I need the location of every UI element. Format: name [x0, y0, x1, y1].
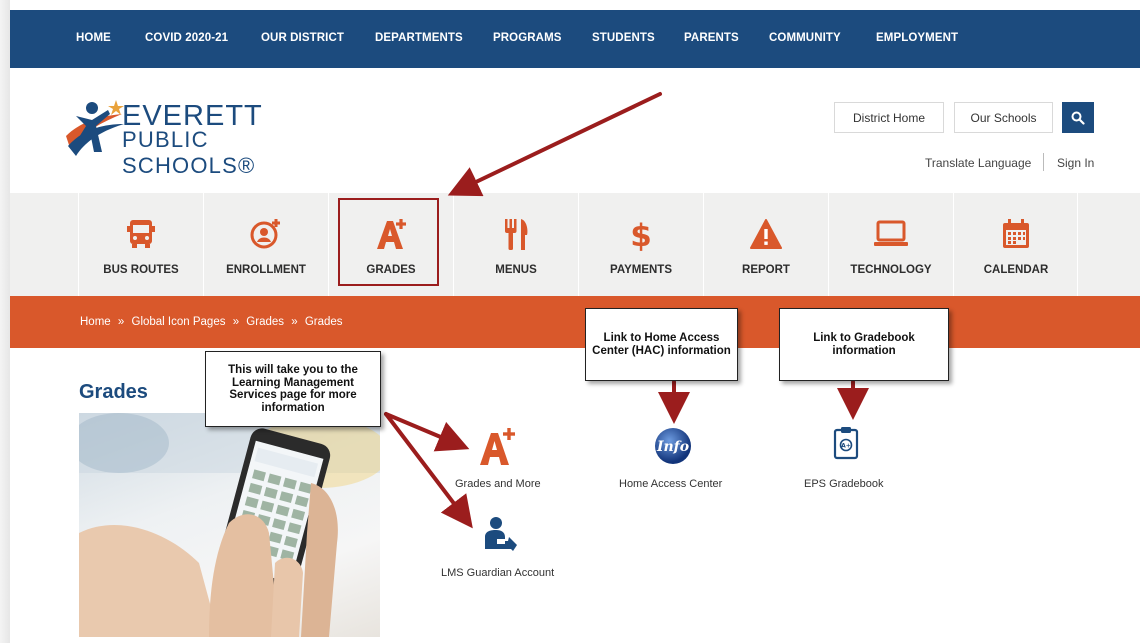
district-logo[interactable]: EVERETT PUBLIC SCHOOLS®	[62, 96, 332, 178]
quick-link-label: MENUS	[495, 264, 537, 276]
nav-covid[interactable]: COVID 2020-21	[145, 32, 228, 44]
grades-photo	[79, 413, 380, 637]
breadcrumb-global-icon-pages[interactable]: Global Icon Pages	[132, 316, 226, 328]
quick-link-label: ENROLLMENT	[226, 264, 306, 276]
arrow-to-grades-and-more	[384, 412, 470, 452]
quick-link-label: CALENDAR	[983, 264, 1049, 276]
quick-link-menus[interactable]: MENUS	[453, 193, 578, 296]
util-divider	[1043, 153, 1044, 171]
breadcrumb-home[interactable]: Home	[80, 316, 111, 328]
fork-knife-icon	[505, 219, 528, 250]
home-access-center-label: Home Access Center	[619, 478, 723, 490]
quick-link-label: PAYMENTS	[610, 264, 672, 276]
breadcrumb-grades-parent[interactable]: Grades	[246, 316, 284, 328]
screenshot-edge	[0, 0, 10, 643]
callout-hac: Link to Home Access Center (HAC) informa…	[585, 308, 738, 381]
arrow-to-lms-guardian	[384, 412, 473, 529]
nav-programs[interactable]: PROGRAMS	[493, 32, 562, 44]
calendar-icon	[1003, 219, 1029, 248]
page-title: Grades	[79, 381, 148, 403]
arrow-to-grades-icon	[447, 92, 662, 197]
nav-departments[interactable]: DEPARTMENTS	[375, 32, 463, 44]
quick-links-divider	[1077, 193, 1078, 296]
nav-home[interactable]: HOME	[76, 32, 111, 44]
breadcrumb-separator: »	[117, 316, 125, 328]
translate-language-link[interactable]: Translate Language	[925, 156, 1031, 170]
eps-gradebook-label: EPS Gradebook	[804, 478, 884, 490]
quick-link-payments[interactable]: $ PAYMENTS	[578, 193, 703, 296]
nav-students[interactable]: STUDENTS	[592, 32, 655, 44]
top-navigation: HOME COVID 2020-21 OUR DISTRICT DEPARTME…	[10, 10, 1140, 68]
svg-text:Info: Info	[656, 439, 689, 455]
nav-our-district[interactable]: OUR DISTRICT	[261, 32, 344, 44]
quick-link-enrollment[interactable]: ENROLLMENT	[203, 193, 328, 296]
bus-icon	[127, 220, 155, 248]
search-icon	[1071, 111, 1085, 125]
user-plus-icon	[250, 219, 280, 249]
nav-community[interactable]: COMMUNITY	[769, 32, 841, 44]
svg-text:A+: A+	[841, 443, 851, 450]
quick-link-bus-routes[interactable]: BUS ROUTES	[78, 193, 203, 296]
breadcrumb-separator: »	[232, 316, 240, 328]
clipboard-icon: A+	[833, 427, 859, 460]
logo-text-public-schools: PUBLIC SCHOOLS®	[122, 127, 256, 178]
a-plus-icon	[480, 428, 515, 465]
callout-lms: This will take you to the Learning Manag…	[205, 351, 381, 427]
laptop-icon	[874, 220, 908, 246]
breadcrumb-separator: »	[291, 316, 298, 328]
quick-link-technology[interactable]: TECHNOLOGY	[828, 193, 953, 296]
warning-icon	[750, 219, 782, 249]
guardian-user-icon	[485, 517, 517, 551]
quick-link-label: REPORT	[742, 264, 790, 276]
logo-figure-icon	[66, 100, 124, 156]
dollar-icon: $	[630, 218, 652, 251]
quick-link-report[interactable]: REPORT	[703, 193, 828, 296]
breadcrumb-current: Grades	[304, 316, 343, 328]
phone-photo-image	[79, 413, 380, 637]
grades-highlight-box	[338, 198, 439, 286]
lms-guardian-account-label: LMS Guardian Account	[441, 567, 555, 579]
quick-link-label: TECHNOLOGY	[850, 264, 932, 276]
info-globe-icon: Info	[655, 428, 691, 464]
svg-text:$: $	[630, 218, 652, 251]
search-button[interactable]	[1062, 102, 1094, 133]
grades-and-more-label: Grades and More	[455, 478, 541, 490]
nav-employment[interactable]: EMPLOYMENT	[876, 32, 958, 44]
callout-gradebook: Link to Gradebook information	[779, 308, 949, 381]
quick-link-label: BUS ROUTES	[103, 264, 179, 276]
our-schools-button[interactable]: Our Schools	[954, 102, 1053, 133]
quick-link-calendar[interactable]: CALENDAR	[953, 193, 1078, 296]
nav-parents[interactable]: PARENTS	[684, 32, 739, 44]
district-home-button[interactable]: District Home	[834, 102, 944, 133]
breadcrumb: Home » Global Icon Pages » Grades » Grad…	[80, 316, 347, 328]
sign-in-link[interactable]: Sign In	[1057, 156, 1094, 170]
